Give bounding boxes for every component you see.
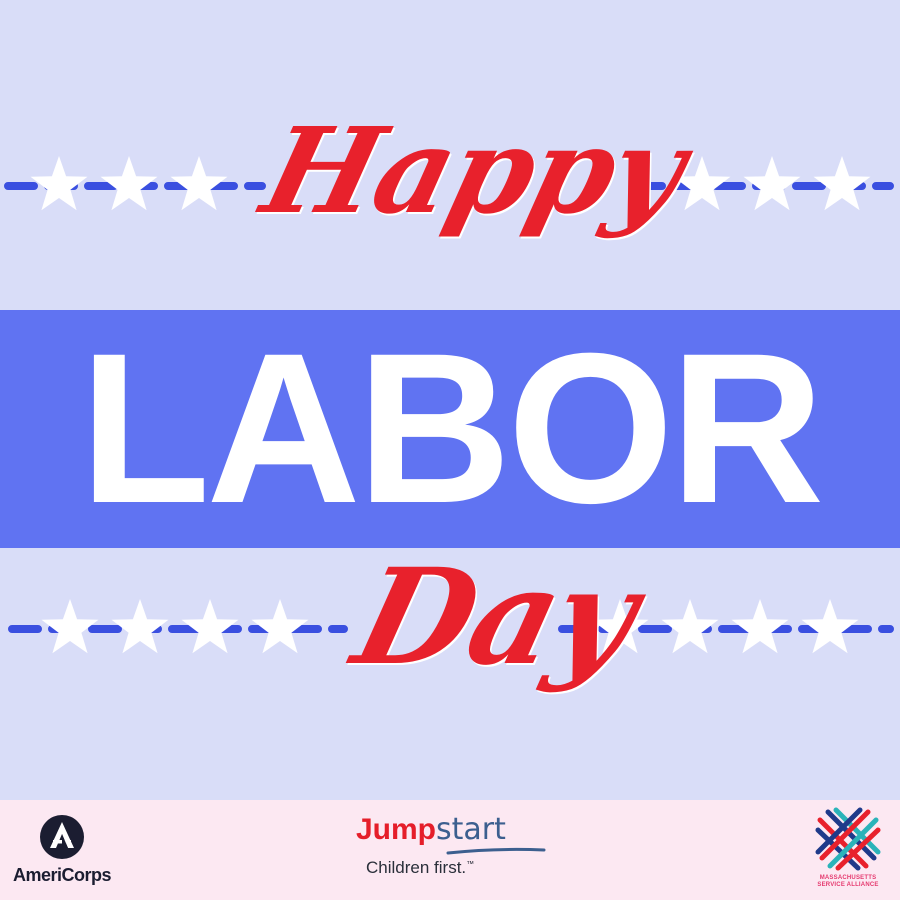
jumpstart-jump-text: Jump	[356, 813, 437, 846]
day-script-text: Day	[340, 540, 651, 695]
jumpstart-start-text: start	[436, 812, 506, 847]
star-icon	[661, 599, 719, 654]
star-icon	[170, 156, 228, 211]
msa-wordmark: MASSACHUSETTS SERVICE ALLIANCE	[808, 875, 888, 889]
star-icon	[181, 599, 239, 654]
star-icon	[111, 599, 169, 654]
americorps-logo: AmeriCorps	[10, 814, 114, 890]
jumpstart-logo: Jumpstart Children first.™	[356, 812, 556, 888]
star-icon	[673, 156, 731, 211]
star-icon	[30, 156, 88, 211]
star-icon	[801, 599, 859, 654]
star-icon	[251, 599, 309, 654]
top-left-star-row	[4, 155, 266, 217]
americorps-wordmark: AmeriCorps	[12, 865, 112, 885]
star-icon	[731, 599, 789, 654]
woven-mark-icon	[815, 807, 881, 871]
bottom-left-star-row	[8, 598, 348, 660]
trademark-mark: ™	[466, 859, 475, 869]
happy-script-text: Happy	[250, 101, 697, 240]
jumpstart-tagline-text: Children first.	[366, 858, 467, 877]
jumpstart-wordmark: Jumpstart	[356, 812, 506, 848]
americorps-a-icon	[40, 815, 84, 859]
star-icon	[41, 599, 99, 654]
jumpstart-tagline: Children first.™	[366, 858, 474, 878]
labor-day-graphic: Happy LABOR Day AmeriCorps Jumpstart Chi…	[0, 0, 900, 900]
labor-headline: LABOR	[79, 309, 825, 548]
swoosh-icon	[446, 847, 546, 855]
star-icon	[813, 156, 871, 211]
msa-line1: MASSACHUSETTS	[819, 875, 877, 881]
star-icon	[743, 156, 801, 211]
star-icon	[100, 156, 158, 211]
msa-logo: MASSACHUSETTS SERVICE ALLIANCE	[808, 806, 888, 896]
msa-line2: SERVICE ALLIANCE	[817, 882, 879, 888]
